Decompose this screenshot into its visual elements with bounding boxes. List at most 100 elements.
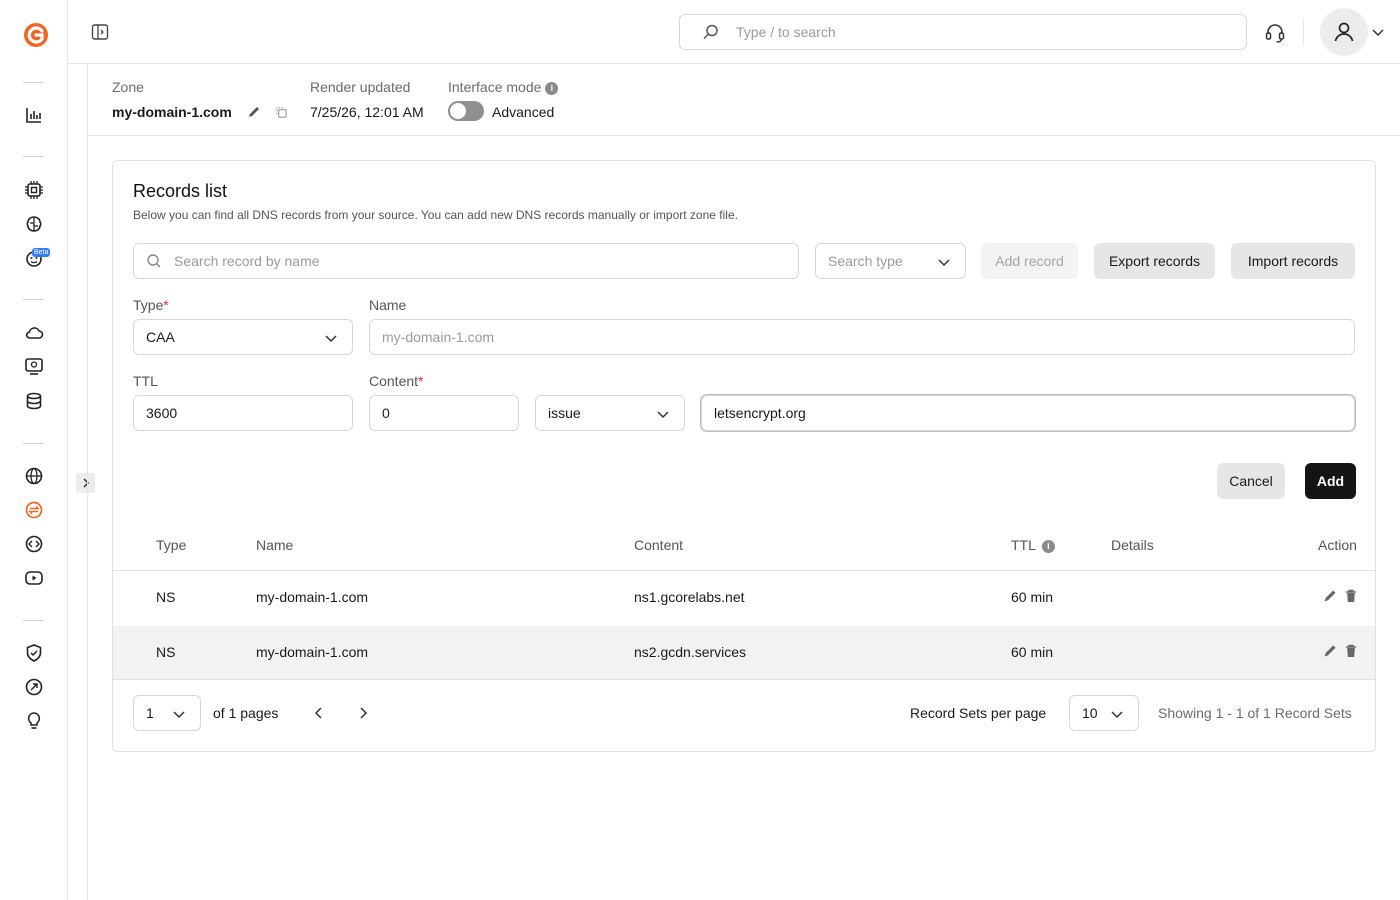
add-button[interactable]: Add (1305, 463, 1356, 499)
per-page-select[interactable]: 10 (1069, 695, 1139, 731)
shield-icon[interactable] (23, 642, 45, 664)
records-description: Below you can find all DNS records from … (133, 208, 738, 222)
chevron-down-icon (325, 335, 337, 343)
gesture-icon[interactable] (23, 676, 45, 698)
row-name: my-domain-1.com (256, 644, 369, 660)
interface-mode-label: Interface mode i (448, 79, 559, 95)
of-pages-text: of 1 pages (213, 705, 279, 721)
chevron-down-icon (657, 411, 669, 419)
trash-icon[interactable] (1343, 588, 1359, 604)
column-header-ttl: TTL i (1011, 537, 1055, 553)
zone-label: Zone (112, 79, 144, 95)
content-label: Content* (369, 373, 424, 389)
row-content: ns2.gcdn.services (634, 644, 747, 660)
next-page-icon[interactable] (356, 706, 370, 723)
sidebar: Beta (0, 0, 68, 900)
column-header-content: Content (634, 537, 684, 553)
video-icon[interactable] (23, 567, 45, 589)
type-select-value: CAA (146, 329, 175, 345)
chevron-down-icon[interactable] (1371, 25, 1385, 39)
brain-icon[interactable] (23, 213, 45, 235)
chevron-down-icon (173, 711, 185, 719)
trash-icon[interactable] (1343, 643, 1359, 659)
copy-icon[interactable] (275, 106, 288, 122)
expand-sidebar-button[interactable] (76, 473, 95, 493)
record-search-placeholder: Search record by name (174, 253, 320, 269)
name-label: Name (369, 297, 407, 313)
logo-icon[interactable] (22, 20, 50, 50)
table-row: NS my-domain-1.com ns2.gcdn.services 60 … (113, 626, 1375, 680)
beta-badge: Beta (32, 248, 51, 257)
import-records-button[interactable]: Import records (1231, 243, 1355, 279)
bulb-icon[interactable] (23, 710, 45, 732)
topbar (68, 0, 1400, 64)
globe-icon[interactable] (23, 465, 45, 487)
required-mark: * (163, 297, 169, 313)
type-select[interactable]: CAA (133, 319, 353, 355)
row-type: NS (156, 589, 176, 605)
add-record-button[interactable]: Add record (981, 243, 1078, 279)
panel-toggle-icon[interactable] (91, 23, 109, 41)
monitor-icon[interactable] (23, 355, 45, 377)
global-search[interactable] (679, 14, 1247, 50)
search-icon (147, 254, 161, 268)
search-type-select[interactable]: Search type (815, 243, 966, 279)
database-icon[interactable] (23, 390, 45, 412)
user-icon (1334, 22, 1354, 42)
cancel-button[interactable]: Cancel (1217, 463, 1285, 499)
dns-icon[interactable] (23, 499, 45, 521)
export-records-button[interactable]: Export records (1094, 243, 1215, 279)
sidebar-divider (23, 299, 44, 300)
row-type: NS (156, 644, 176, 660)
row-content: ns1.gcorelabs.net (634, 589, 745, 605)
content-value-input[interactable]: letsencrypt.org (701, 395, 1355, 431)
support-headset-icon[interactable] (1264, 22, 1286, 44)
edit-pencil-icon[interactable] (1322, 643, 1338, 659)
column-header-ttl-text: TTL (1011, 537, 1036, 553)
content-tag-select[interactable]: issue (535, 395, 685, 431)
record-search-input[interactable]: Search record by name (133, 243, 799, 279)
row-ttl: 60 min (1011, 589, 1054, 605)
interface-mode-value: Advanced (492, 104, 555, 120)
interface-mode-toggle[interactable] (448, 101, 484, 121)
chevron-down-icon (1111, 711, 1123, 719)
analytics-icon[interactable] (23, 104, 45, 126)
sidebar-divider (23, 156, 44, 157)
render-updated-value: 7/25/26, 12:01 AM (310, 104, 424, 120)
topbar-divider (1303, 18, 1304, 46)
search-type-placeholder: Search type (828, 253, 903, 269)
showing-summary: Showing 1 - 1 of 1 Record Sets (1158, 705, 1352, 721)
sidebar-divider (23, 82, 44, 83)
ttl-label: TTL (133, 373, 158, 389)
cloud-icon[interactable] (23, 322, 45, 344)
table-row: NS my-domain-1.com ns1.gcorelabs.net 60 … (113, 571, 1375, 625)
edit-pencil-icon[interactable] (1322, 588, 1338, 604)
name-input-placeholder: my-domain-1.com (382, 329, 495, 345)
avatar[interactable] (1320, 8, 1368, 56)
chevron-down-icon (938, 259, 950, 267)
page-select[interactable]: 1 (133, 695, 201, 731)
per-page-label: Record Sets per page (910, 705, 1047, 721)
chip-icon[interactable] (23, 179, 45, 201)
global-search-input[interactable] (736, 24, 1136, 40)
sidebar-divider (23, 620, 44, 621)
column-header-name: Name (256, 537, 294, 553)
content-value-text: letsencrypt.org (714, 405, 806, 421)
zone-header: Zone my-domain-1.com Render updated 7/25… (88, 64, 1400, 136)
name-input[interactable]: my-domain-1.com (369, 319, 1355, 355)
content-flag-input[interactable]: 0 (369, 395, 519, 431)
column-header-type: Type (156, 537, 187, 553)
info-icon[interactable]: i (1041, 539, 1055, 553)
prev-page-icon[interactable] (312, 706, 326, 723)
interface-mode-text: Interface mode (448, 79, 542, 95)
ttl-input[interactable]: 3600 (133, 395, 353, 431)
info-icon[interactable]: i (545, 81, 559, 95)
sidebar-divider (23, 443, 44, 444)
edit-pencil-icon[interactable] (247, 105, 261, 122)
per-page-value: 10 (1082, 705, 1098, 721)
content-tag-value: issue (548, 405, 581, 421)
ttl-input-value: 3600 (146, 405, 178, 421)
code-icon[interactable] (23, 533, 45, 555)
content-rail (87, 64, 88, 900)
row-ttl: 60 min (1011, 644, 1054, 660)
